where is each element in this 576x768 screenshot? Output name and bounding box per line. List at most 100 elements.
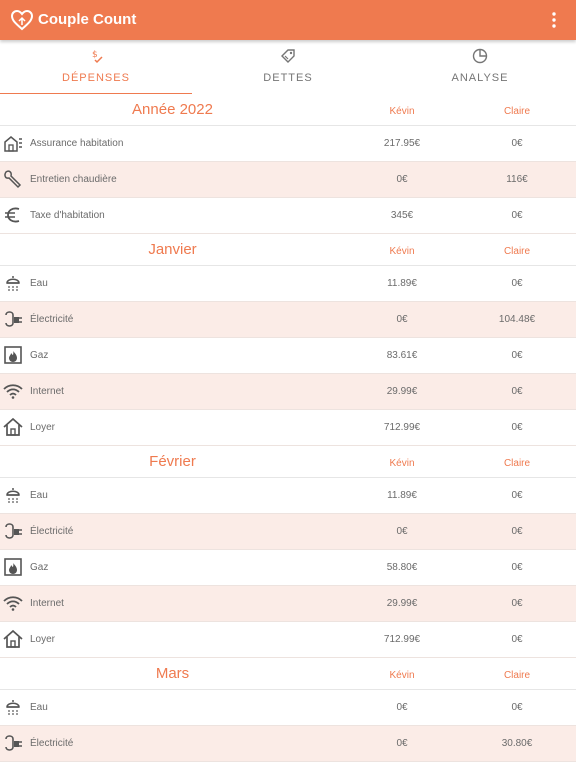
amount-kevin: 712.99€ [383, 422, 421, 433]
plug-icon [5, 311, 22, 327]
amount-claire: 0€ [511, 278, 523, 289]
gas-icon [4, 558, 22, 576]
amount-claire: 0€ [511, 526, 523, 537]
expense-row[interactable]: Internet 29.99€ 0€ [0, 586, 576, 622]
amount-kevin: 58.80€ [386, 562, 418, 573]
section-header: Année 2022 Kévin Claire [0, 94, 576, 126]
section-header: Février Kévin Claire [0, 446, 576, 478]
amount-claire: 0€ [511, 422, 523, 433]
amount-kevin: 83.61€ [386, 350, 418, 361]
person-column-header: Kévin [389, 106, 415, 117]
expense-label: Taxe d'habitation [30, 210, 105, 221]
app-bar: Couple Count [0, 0, 576, 40]
tab-dettes[interactable]: DETTES [192, 40, 384, 94]
expense-icon: $ [92, 50, 103, 64]
plug-icon [5, 735, 22, 751]
gas-icon [4, 346, 22, 364]
home-icon [3, 417, 23, 436]
wifi-icon [3, 384, 23, 399]
tab-label: ANALYSE [451, 72, 509, 84]
amount-kevin: 0€ [396, 526, 408, 537]
amount-kevin: 345€ [390, 210, 414, 221]
euro-icon [5, 207, 20, 223]
debt-tag-icon [281, 49, 295, 63]
amount-kevin: 0€ [396, 314, 408, 325]
expense-row[interactable]: Internet 29.99€ 0€ [0, 374, 576, 410]
expense-list[interactable]: Année 2022 Kévin Claire Assurance habitatio… [0, 94, 576, 768]
svg-text:$: $ [92, 50, 98, 60]
person-column-header: Kévin [389, 670, 415, 681]
expense-row[interactable]: Loyer 712.99€ 0€ [0, 622, 576, 658]
amount-kevin: 217.95€ [383, 138, 421, 149]
tab-label: DETTES [263, 72, 313, 84]
amount-claire: 0€ [511, 562, 523, 573]
expense-row[interactable]: Gaz 58.80€ 0€ [0, 550, 576, 586]
amount-claire: 0€ [511, 210, 523, 221]
section-header: Mars Kévin Claire [0, 658, 576, 690]
expense-row[interactable]: Eau 0€ 0€ [0, 690, 576, 726]
heart-logo-icon [10, 9, 34, 31]
plug-icon [5, 523, 22, 539]
amount-claire: 0€ [511, 634, 523, 645]
expense-row[interactable]: Gaz 83.61€ 0€ [0, 338, 576, 374]
water-icon [6, 700, 20, 715]
amount-kevin: 0€ [396, 174, 408, 185]
amount-claire: 0€ [511, 598, 523, 609]
amount-kevin: 11.89€ [387, 490, 417, 501]
amount-claire: 0€ [511, 386, 523, 397]
person-column-header: Claire [503, 246, 531, 257]
expense-label: Loyer [30, 422, 56, 433]
amount-kevin: 29.99€ [386, 598, 418, 609]
app-title: Couple Count [38, 11, 137, 28]
amount-claire: 116€ [506, 174, 528, 185]
person-column-header: Kévin [389, 246, 415, 257]
expense-label: Gaz [30, 350, 49, 361]
section-header: Janvier Kévin Claire [0, 234, 576, 266]
amount-kevin: 712.99€ [383, 634, 421, 645]
more-options-icon[interactable] [544, 10, 564, 30]
section-title: Mars [155, 665, 190, 682]
expense-row[interactable]: Assurance habitation 217.95€ 0€ [0, 126, 576, 162]
expense-label: Électricité [30, 526, 74, 537]
expense-label: Entretien chaudière [30, 174, 117, 185]
expense-row[interactable]: Loyer 712.99€ 0€ [0, 410, 576, 446]
section-title: Année 2022 [132, 101, 213, 118]
amount-claire: 104.48€ [498, 314, 536, 325]
expense-label: Eau [30, 702, 48, 713]
person-column-header: Claire [503, 106, 531, 117]
expense-row[interactable]: Électricité 0€ 0€ [0, 514, 576, 550]
water-icon [6, 276, 20, 291]
expense-row[interactable]: Électricité 0€ 104.48€ [0, 302, 576, 338]
expense-row[interactable]: Eau 11.89€ 0€ [0, 478, 576, 514]
water-icon [6, 488, 20, 503]
amount-claire: 0€ [511, 702, 523, 713]
tab-bar: $ DÉPENSES DETTES ANALYSE [0, 40, 576, 95]
expense-label: Internet [30, 598, 64, 609]
amount-claire: 0€ [511, 350, 523, 361]
wrench-icon [4, 170, 22, 189]
expense-row[interactable]: Entretien chaudière 0€ 116€ [0, 162, 576, 198]
house-icon [4, 136, 22, 152]
amount-kevin: 0€ [396, 738, 408, 749]
tab-label: DÉPENSES [62, 72, 130, 84]
amount-claire: 30.80€ [501, 738, 533, 749]
expense-row[interactable]: Taxe d'habitation 345€ 0€ [0, 198, 576, 234]
wifi-icon [3, 596, 23, 611]
expense-label: Électricité [30, 314, 74, 325]
pie-chart-icon [472, 48, 488, 64]
expense-label: Internet [30, 386, 64, 397]
expense-label: Eau [30, 490, 48, 501]
section-title: Février [149, 453, 196, 470]
tab-analyse[interactable]: ANALYSE [384, 40, 576, 94]
expense-label: Eau [30, 278, 48, 289]
amount-kevin: 0€ [396, 702, 408, 713]
person-column-header: Claire [503, 670, 531, 681]
person-column-header: Kévin [389, 458, 415, 469]
person-column-header: Claire [503, 458, 531, 469]
amount-kevin: 11.89€ [387, 278, 417, 289]
tab-depenses[interactable]: $ DÉPENSES [0, 40, 192, 95]
expense-label: Gaz [30, 562, 49, 573]
expense-row[interactable]: Eau 11.89€ 0€ [0, 266, 576, 302]
expense-row[interactable]: Électricité 0€ 30.80€ [0, 726, 576, 762]
home-icon [3, 629, 23, 648]
